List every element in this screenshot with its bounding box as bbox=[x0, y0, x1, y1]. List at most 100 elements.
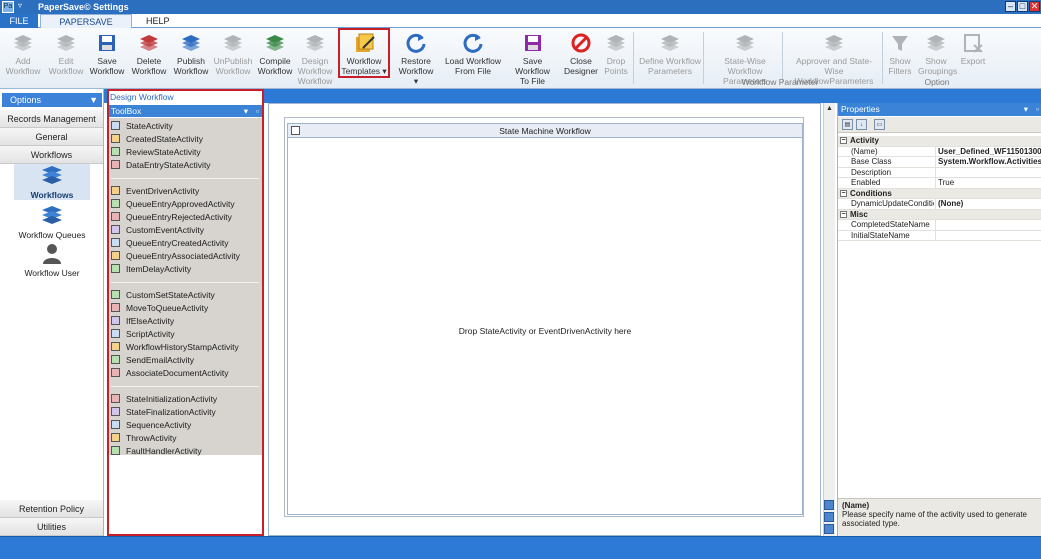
scroll-up-icon[interactable]: ▲ bbox=[824, 103, 835, 114]
close-window-button[interactable]: ✕ bbox=[1029, 1, 1040, 12]
pin-icon[interactable]: ▼ bbox=[89, 93, 98, 107]
alphabetical-icon[interactable]: ↓ bbox=[856, 119, 867, 130]
add-workflow-button[interactable]: Add Workflow bbox=[4, 30, 42, 86]
nav-icon-workflows[interactable]: Workflows bbox=[14, 164, 90, 200]
toolbox-item[interactable]: SequenceActivity bbox=[111, 419, 191, 432]
save-workflow-button[interactable]: Save Workflow bbox=[89, 30, 125, 86]
nav-icon-workflow-user[interactable]: Workflow User bbox=[14, 242, 90, 278]
toolbox-item[interactable]: CustomSetStateActivity bbox=[111, 289, 215, 302]
show-filters-button[interactable]: Show Filters bbox=[886, 30, 914, 86]
export-button[interactable]: Export bbox=[959, 30, 987, 86]
property-row[interactable]: Base Class System.Workflow.Activities. bbox=[838, 157, 1041, 168]
property-value[interactable] bbox=[935, 230, 1041, 241]
pan-icon[interactable] bbox=[824, 512, 834, 522]
maximize-button[interactable]: □ bbox=[1017, 1, 1028, 12]
save-to-file-button[interactable]: Save Workflow To File bbox=[505, 30, 560, 86]
restore-workflow-button[interactable]: Restore Workflow ▾ bbox=[396, 30, 436, 86]
toolbox-item[interactable]: ScriptActivity bbox=[111, 328, 175, 341]
collapse-icon[interactable]: − bbox=[840, 210, 847, 218]
tab-help[interactable]: HELP bbox=[138, 14, 174, 28]
property-row[interactable]: InitialStateName bbox=[838, 230, 1041, 241]
drop-points-icon bbox=[607, 35, 625, 51]
property-value[interactable] bbox=[935, 167, 1041, 178]
collapse-icon[interactable]: − bbox=[840, 137, 847, 144]
toolbox-item[interactable]: ReviewStateActivity bbox=[111, 146, 201, 159]
property-category[interactable]: − Activity bbox=[838, 136, 1041, 147]
edit-workflow-button[interactable]: Edit Workflow bbox=[47, 30, 85, 86]
toolbox-item-label: QueueEntryAssociatedActivity bbox=[126, 251, 240, 261]
property-key: Description bbox=[851, 167, 892, 177]
toolbox-item[interactable]: CustomEventActivity bbox=[111, 224, 204, 237]
properties-pin-icon[interactable]: ▫ bbox=[1036, 103, 1039, 116]
minimize-button[interactable]: – bbox=[1005, 1, 1016, 12]
close-designer-button[interactable]: Close Designer bbox=[563, 30, 599, 86]
toolbox-item[interactable]: QueueEntryRejectedActivity bbox=[111, 211, 232, 224]
nav-utilities[interactable]: Utilities bbox=[0, 518, 103, 536]
properties-dropdown-icon[interactable]: ▾ bbox=[1024, 103, 1028, 116]
property-value[interactable]: True bbox=[935, 178, 1041, 188]
toolbox-item[interactable]: IfElseActivity bbox=[111, 315, 174, 328]
toolbox-item[interactable]: StateInitializationActivity bbox=[111, 393, 217, 406]
workflow-templates-button[interactable]: Workflow Templates ▾ bbox=[338, 28, 390, 78]
toolbox-item[interactable]: DataEntryStateActivity bbox=[111, 159, 211, 172]
delete-workflow-button[interactable]: Delete Workflow bbox=[130, 30, 168, 86]
property-row[interactable]: Description bbox=[838, 167, 1041, 178]
toolbox-item[interactable]: ItemDelayActivity bbox=[111, 263, 191, 276]
toolbox-item[interactable]: StateActivity bbox=[111, 120, 173, 133]
toolbox-pin-icon[interactable]: ▫ bbox=[256, 105, 259, 117]
property-value[interactable]: System.Workflow.Activities. bbox=[935, 157, 1041, 167]
collapse-icon[interactable]: − bbox=[840, 189, 847, 197]
toolbox-item[interactable]: FaultHandlerActivity bbox=[111, 445, 202, 458]
property-category[interactable]: − Misc bbox=[838, 209, 1041, 220]
publish-workflow-button[interactable]: Publish Workflow bbox=[172, 30, 210, 86]
nav-workflows[interactable]: Workflows bbox=[0, 146, 103, 164]
tab-file[interactable]: FILE bbox=[0, 14, 38, 28]
property-row[interactable]: Enabled True bbox=[838, 178, 1041, 189]
property-value[interactable]: (None) bbox=[935, 199, 1041, 209]
define-parameters-button[interactable]: Define Workflow Parameters bbox=[637, 30, 703, 86]
quick-access-icon[interactable]: ▿ bbox=[18, 1, 22, 10]
toolbox-item[interactable]: MoveToQueueActivity bbox=[111, 302, 208, 315]
toolbox-item[interactable]: StateFinalizationActivity bbox=[111, 406, 216, 419]
toolbox-item[interactable]: QueueEntryApprovedActivity bbox=[111, 198, 235, 211]
property-category[interactable]: − Conditions bbox=[838, 188, 1041, 199]
fit-icon[interactable] bbox=[824, 524, 834, 534]
nav-records-management[interactable]: Records Management bbox=[0, 110, 103, 128]
toolbox-item-label: ThrowActivity bbox=[126, 433, 177, 443]
property-row[interactable]: CompletedStateName bbox=[838, 220, 1041, 231]
activity-icon bbox=[111, 212, 120, 221]
zoom-icon[interactable] bbox=[824, 500, 834, 510]
nav-retention-policy[interactable]: Retention Policy bbox=[0, 500, 103, 518]
ribbon-label-line1: Compile bbox=[259, 56, 291, 66]
activity-icon bbox=[111, 329, 120, 338]
tab-papersave-options[interactable]: PAPERSAVE OPTIONS bbox=[40, 14, 132, 41]
state-machine-workflow[interactable]: State Machine Workflow Drop StateActivit… bbox=[287, 123, 803, 515]
nav-icon-workflow-queues[interactable]: Workflow Queues bbox=[14, 204, 90, 240]
property-row[interactable]: (Name) User_Defined_WF11501300 bbox=[838, 146, 1041, 157]
design-workflow-button[interactable]: Design Workflow Workflow bbox=[297, 30, 333, 86]
toolbox-item[interactable]: AssociateDocumentActivity bbox=[111, 367, 229, 380]
designer-scrollbar[interactable]: ▲ ▼ bbox=[823, 103, 835, 536]
property-row[interactable]: DynamicUpdateCondition (None) bbox=[838, 199, 1041, 210]
property-pages-icon[interactable]: ▭ bbox=[874, 119, 885, 130]
load-workflow-button[interactable]: Load Workflow From File bbox=[444, 30, 502, 86]
drop-points-button[interactable]: Drop Points bbox=[601, 30, 631, 86]
toolbox-item[interactable]: CreatedStateActivity bbox=[111, 133, 203, 146]
toolbox-item[interactable]: WorkflowHistoryStampActivity bbox=[111, 341, 239, 354]
toolbox-item-label: IfElseActivity bbox=[126, 316, 175, 326]
categorized-icon[interactable]: ▤ bbox=[842, 119, 853, 130]
toolbox-item[interactable]: EventDrivenActivity bbox=[111, 185, 199, 198]
unpublish-workflow-button[interactable]: UnPublish Workflow bbox=[212, 30, 254, 86]
property-value[interactable] bbox=[935, 220, 1041, 230]
toolbox-dropdown-icon[interactable]: ▾ bbox=[244, 105, 248, 117]
toolbox-item[interactable]: ThrowActivity bbox=[111, 432, 177, 445]
status-bar bbox=[0, 536, 1041, 559]
toolbox-item[interactable]: QueueEntryCreatedActivity bbox=[111, 237, 229, 250]
toolbox-item[interactable]: SendEmailActivity bbox=[111, 354, 194, 367]
property-value[interactable]: User_Defined_WF11501300 bbox=[935, 146, 1041, 157]
compile-workflow-button[interactable]: Compile Workflow bbox=[255, 30, 295, 86]
collapse-toggle[interactable] bbox=[291, 126, 300, 135]
nav-general[interactable]: General bbox=[0, 128, 103, 146]
ribbon-label-line1: Edit bbox=[58, 56, 74, 66]
toolbox-item[interactable]: QueueEntryAssociatedActivity bbox=[111, 250, 240, 263]
